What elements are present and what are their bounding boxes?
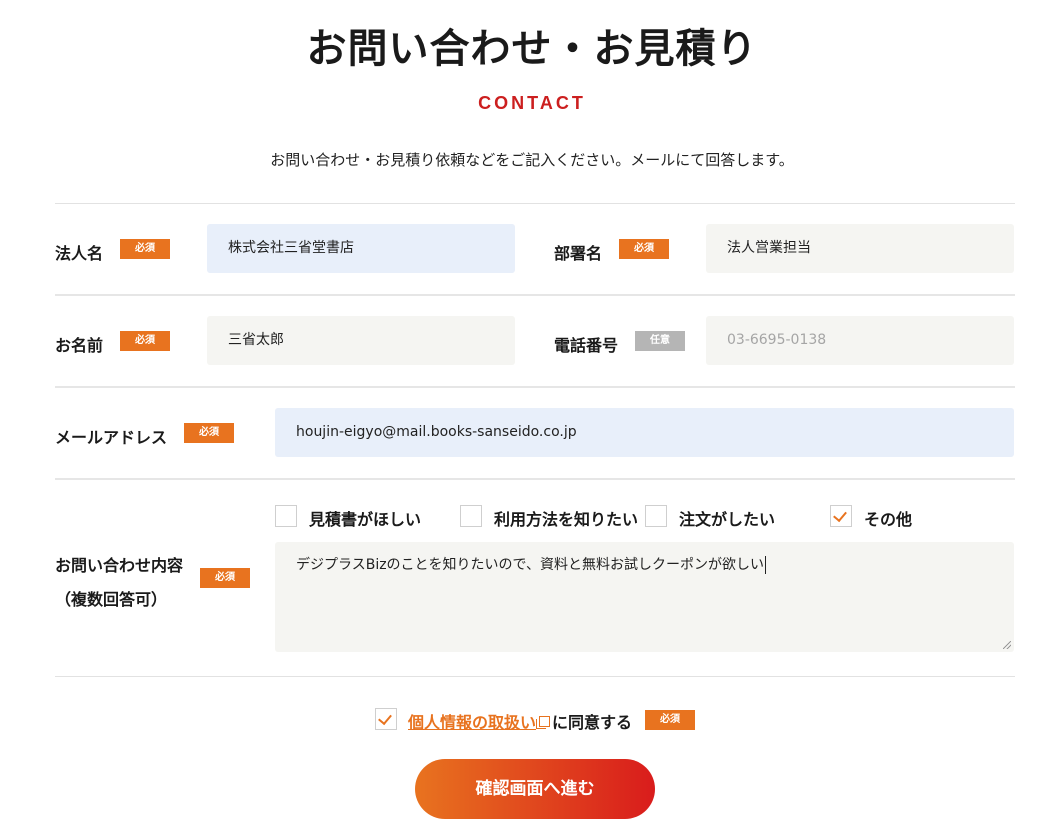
department-label: 部署名 xyxy=(554,244,603,263)
required-badge: 必須 xyxy=(200,568,250,588)
inquiry-textarea[interactable]: デジプラスBizのことを知りたいので、資料と無料お試しクーポンが欲しい xyxy=(275,542,1014,652)
resize-handle[interactable] xyxy=(1003,641,1011,649)
company-field[interactable]: 株式会社三省堂書店 xyxy=(207,224,515,273)
divider xyxy=(55,294,1015,296)
required-badge: 必須 xyxy=(120,331,170,351)
checkbox-usage-label[interactable]: 利用方法を知りたい xyxy=(494,506,638,530)
inquiry-message: デジプラスBizのことを知りたいので、資料と無料お試しクーポンが欲しい xyxy=(296,557,765,573)
consent-suffix: に同意する xyxy=(552,713,633,732)
required-badge: 必須 xyxy=(619,239,669,259)
name-label: お名前 xyxy=(55,336,104,355)
external-link-icon xyxy=(536,716,551,729)
page-title: お問い合わせ・お見積り xyxy=(306,26,758,72)
consent-checkbox[interactable] xyxy=(375,708,397,730)
consent-text: 個人情報の取扱い に同意する xyxy=(408,709,632,733)
inquiry-label-note: （複数回答可） xyxy=(55,590,168,609)
required-badge: 必須 xyxy=(645,710,695,730)
submit-button[interactable]: 確認画面へ進む xyxy=(415,759,655,819)
checkbox-other-label[interactable]: その他 xyxy=(864,506,912,530)
divider xyxy=(55,478,1015,480)
checkbox-order[interactable] xyxy=(645,505,667,527)
divider xyxy=(55,386,1015,388)
required-badge: 必須 xyxy=(184,423,234,443)
checkbox-other[interactable] xyxy=(830,505,852,527)
checkbox-order-label[interactable]: 注文がしたい xyxy=(679,506,775,530)
email-field[interactable]: houjin-eigyo@mail.books-sanseido.co.jp xyxy=(275,408,1014,457)
email-label: メールアドレス xyxy=(55,428,168,447)
checkbox-estimate[interactable] xyxy=(275,505,297,527)
inquiry-label: お問い合わせ内容 xyxy=(55,556,184,575)
page-subtitle: CONTACT xyxy=(478,93,586,113)
check-icon xyxy=(833,507,847,523)
name-field[interactable]: 三省太郎 xyxy=(207,316,515,365)
divider xyxy=(55,676,1015,677)
phone-label: 電話番号 xyxy=(554,336,619,355)
optional-badge: 任意 xyxy=(635,331,685,351)
company-label: 法人名 xyxy=(55,244,104,263)
checkbox-estimate-label[interactable]: 見積書がほしい xyxy=(309,506,421,530)
privacy-policy-link[interactable]: 個人情報の取扱い xyxy=(408,713,536,732)
divider xyxy=(55,203,1015,204)
department-field[interactable]: 法人営業担当 xyxy=(706,224,1014,273)
required-badge: 必須 xyxy=(120,239,170,259)
phone-field[interactable]: 03-6695-0138 xyxy=(706,316,1014,365)
intro-text: お問い合わせ・お見積り依頼などをご記入ください。メールにて回答します。 xyxy=(270,151,794,169)
text-caret xyxy=(765,556,767,574)
checkbox-usage[interactable] xyxy=(460,505,482,527)
check-icon xyxy=(378,710,392,726)
